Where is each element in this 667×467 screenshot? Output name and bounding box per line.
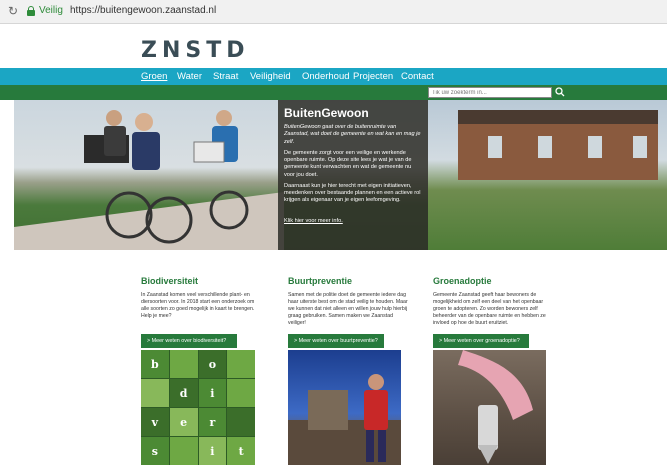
column-buurtpreventie: Buurtpreventie Samen met de politie doet… <box>288 276 408 348</box>
biodiversiteit-button[interactable]: > Meer weten over biodiversiteit? <box>141 334 237 348</box>
search-input[interactable] <box>428 87 552 98</box>
biodiversiteit-image: bo di ver sit <box>141 350 255 465</box>
nav-item-projecten[interactable]: Projecten <box>353 71 393 82</box>
column-text: In Zaanstad komen veel verschillende pla… <box>141 292 255 320</box>
groenadoptie-image <box>433 350 546 465</box>
search-icon[interactable] <box>555 87 565 97</box>
column-groenadoptie: Groenadoptie Gemeente Zaanstad geeft haa… <box>433 276 553 348</box>
buurtpreventie-image <box>288 350 401 465</box>
browser-address-bar: ↻ Veilig https://buitengewoon.zaanstad.n… <box>0 0 667 24</box>
nav-item-onderhoud[interactable]: Onderhoud <box>302 71 350 82</box>
person-photo <box>288 374 401 465</box>
hero-paragraph-1: De gemeente zorgt voor een veilige en we… <box>284 149 412 178</box>
nav-item-straat[interactable]: Straat <box>213 71 238 82</box>
nav-item-contact[interactable]: Contact <box>401 71 434 82</box>
site-logo[interactable]: ZNSTD <box>141 38 249 63</box>
search-bar <box>0 85 667 100</box>
hero-paragraph-2: Daarnaast kun je hier terecht met eigen … <box>284 182 421 204</box>
column-title: Buurtpreventie <box>288 276 353 286</box>
cyclists-illustration <box>84 110 249 244</box>
lock-icon <box>27 6 35 16</box>
hero-more-info-link[interactable]: Klik hier voor meer info. <box>284 218 343 224</box>
secure-label: Veilig <box>39 5 63 16</box>
groenadoptie-button[interactable]: > Meer weten over groenadoptie? <box>433 334 529 348</box>
url-field[interactable]: https://buitengewoon.zaanstad.nl <box>70 5 216 16</box>
column-text: Gemeente Zaanstad geeft haar bewoners de… <box>433 292 546 327</box>
hero-intro-panel: BuitenGewoon BuitenGewoon gaat over de b… <box>278 100 428 250</box>
hero-intro: BuitenGewoon gaat over de buitenruimte v… <box>284 124 421 145</box>
reload-icon[interactable]: ↻ <box>8 4 18 18</box>
nav-item-water[interactable]: Water <box>177 71 202 82</box>
nav-item-groen[interactable]: Groen <box>141 71 167 82</box>
main-nav: Groen Water Straat Veiligheid Onderhoud … <box>0 68 667 85</box>
column-text: Samen met de politie doet de gemeente ie… <box>288 292 408 327</box>
houses-photo <box>428 100 667 250</box>
garden-tool-photo <box>458 350 533 464</box>
column-title: Biodiversiteit <box>141 276 199 286</box>
hero-title: BuitenGewoon <box>284 106 369 120</box>
column-biodiversiteit: Biodiversiteit In Zaanstad komen veel ve… <box>141 276 261 348</box>
buurtpreventie-button[interactable]: > Meer weten over buurtpreventie? <box>288 334 384 348</box>
column-title: Groenadoptie <box>433 276 492 286</box>
nav-item-veiligheid[interactable]: Veiligheid <box>250 71 291 82</box>
